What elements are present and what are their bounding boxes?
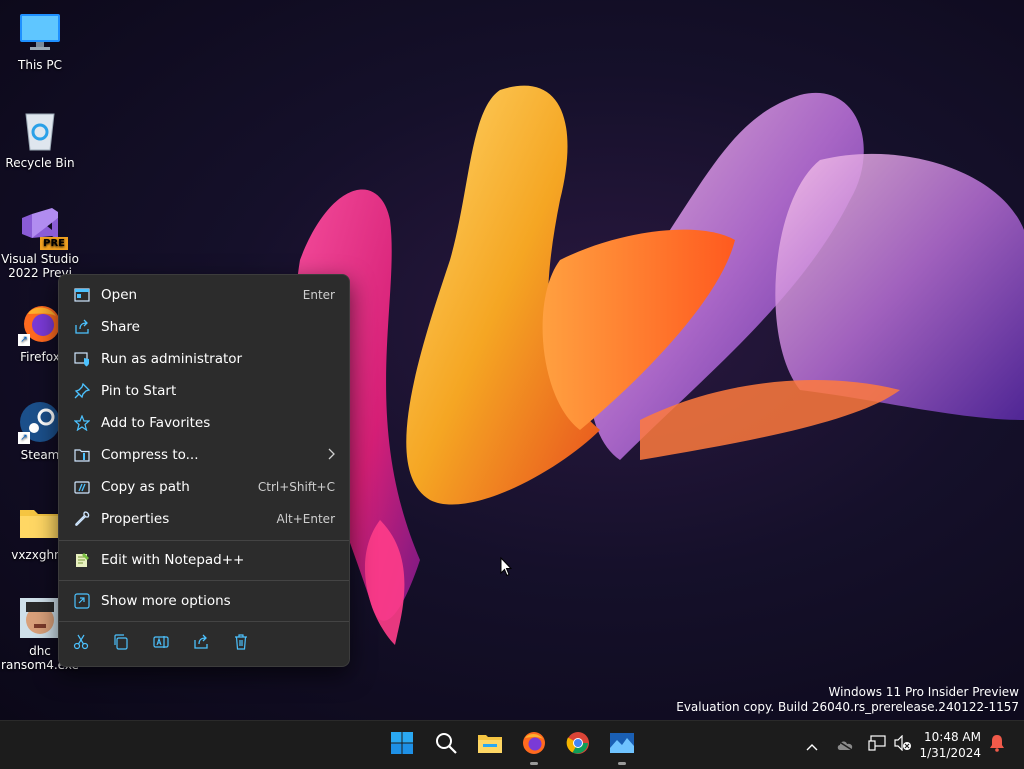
firefox-icon [522,731,546,759]
chevron-right-icon [327,448,335,463]
copy-icon [113,634,129,654]
folder-icon [18,500,62,544]
rename-button[interactable] [141,629,181,659]
taskbar-file-explorer[interactable] [474,729,506,761]
start-icon [390,731,414,759]
menu-item-label: Edit with Notepad++ [101,552,245,568]
menu-item-shortcut: Alt+Enter [276,512,335,526]
bell-icon [989,734,1005,756]
recycle-bin-icon [18,108,62,152]
menu-separator [59,580,349,581]
desktop-icon-label: This PC [18,58,62,72]
visual-studio-icon: PRE [18,204,68,250]
clock-date: 1/31/2024 [919,746,981,760]
volume-tray-button[interactable] [892,721,914,769]
menu-item-properties[interactable]: Properties Alt+Enter [63,504,345,534]
pin-icon [73,382,91,400]
menu-item-label: Properties [101,511,170,527]
shortcut-arrow-icon: ↗ [18,432,30,444]
monitor-icon [18,10,62,54]
menu-item-label: Run as administrator [101,351,243,367]
menu-item-shortcut: Ctrl+Shift+C [257,480,335,494]
shield-icon [73,350,91,368]
photos-app-icon [609,732,635,758]
search-icon [434,731,458,759]
watermark-line-1: Windows 11 Pro Insider Preview [828,685,1019,699]
menu-item-share[interactable]: Share [63,312,345,342]
menu-item-shortcut: Enter [302,288,335,302]
show-hidden-icons-button[interactable] [802,721,822,769]
cloud-icon [836,736,854,755]
more-options-icon [73,592,91,610]
menu-item-add-to-favorites[interactable]: Add to Favorites [63,408,345,438]
clock[interactable]: 10:48 AM 1/31/2024 [919,729,981,761]
share-icon [73,318,91,336]
delete-button[interactable] [221,629,261,659]
watermark-line-2: Evaluation copy. Build 26040.rs_prerelea… [676,700,1019,714]
clock-time: 10:48 AM [924,730,981,744]
copy-path-icon [73,478,91,496]
quick-action-bar [59,629,349,659]
network-icon [868,735,886,755]
taskbar: 10:48 AM 1/31/2024 [0,720,1024,769]
context-menu: Open Enter Share Run as administrator Pi… [58,274,350,667]
menu-item-label: Pin to Start [101,383,177,399]
menu-separator [59,621,349,622]
wrench-icon [73,510,91,528]
running-indicator [618,762,626,765]
cut-button[interactable] [61,629,101,659]
onedrive-tray-button[interactable] [834,721,856,769]
desktop-icon-recycle-bin[interactable]: Recycle Bin [0,108,80,170]
menu-item-label: Copy as path [101,479,190,495]
desktop-icon-this-pc[interactable]: This PC [0,10,80,72]
chrome-icon [566,731,590,759]
start-button[interactable] [386,729,418,761]
menu-item-show-more-options[interactable]: Show more options [63,586,345,616]
share-button[interactable] [181,629,221,659]
delete-icon [233,634,249,654]
taskbar-chrome[interactable] [562,729,594,761]
desktop-icon-label: Recycle Bin [5,156,75,170]
star-icon [73,414,91,432]
menu-item-label: Open [101,287,138,303]
menu-item-label: Compress to... [101,447,199,463]
chevron-up-icon [806,736,818,755]
menu-item-label: Show more options [101,593,231,609]
file-explorer-icon [477,731,503,759]
notifications-button[interactable] [986,721,1008,769]
volume-muted-icon [894,734,912,755]
desktop-icon-visual-studio[interactable]: PRE Visual Studio 2022 Previ [0,204,80,280]
app-photo-icon [18,596,62,640]
steam-icon: ↗ [18,400,62,444]
notepadpp-icon [73,551,91,569]
menu-item-open[interactable]: Open Enter [63,280,345,310]
running-indicator [530,762,538,765]
copy-button[interactable] [101,629,141,659]
menu-separator [59,540,349,541]
build-watermark: Windows 11 Pro Insider Preview Evaluatio… [676,685,1019,715]
cut-icon [73,634,89,654]
menu-item-copy-as-path[interactable]: Copy as path Ctrl+Shift+C [63,472,345,502]
menu-item-edit-notepadpp[interactable]: Edit with Notepad++ [63,545,345,575]
rename-icon [153,634,169,654]
firefox-icon: ↗ [18,302,62,346]
shortcut-arrow-icon: ↗ [18,334,30,346]
taskbar-firefox[interactable] [518,729,550,765]
taskbar-search-button[interactable] [430,729,462,761]
menu-item-compress-to[interactable]: Compress to... [63,440,345,470]
menu-item-label: Share [101,319,140,335]
mouse-cursor-icon [500,556,513,581]
menu-item-pin-to-start[interactable]: Pin to Start [63,376,345,406]
open-icon [73,286,91,304]
menu-item-label: Add to Favorites [101,415,211,431]
network-tray-button[interactable] [866,721,888,769]
pre-badge: PRE [40,237,68,250]
share-icon [193,634,209,654]
taskbar-photos-app[interactable] [606,729,638,765]
zip-folder-icon [73,446,91,464]
desktop-icon-label: Visual Studio [1,252,79,266]
menu-item-run-as-admin[interactable]: Run as administrator [63,344,345,374]
